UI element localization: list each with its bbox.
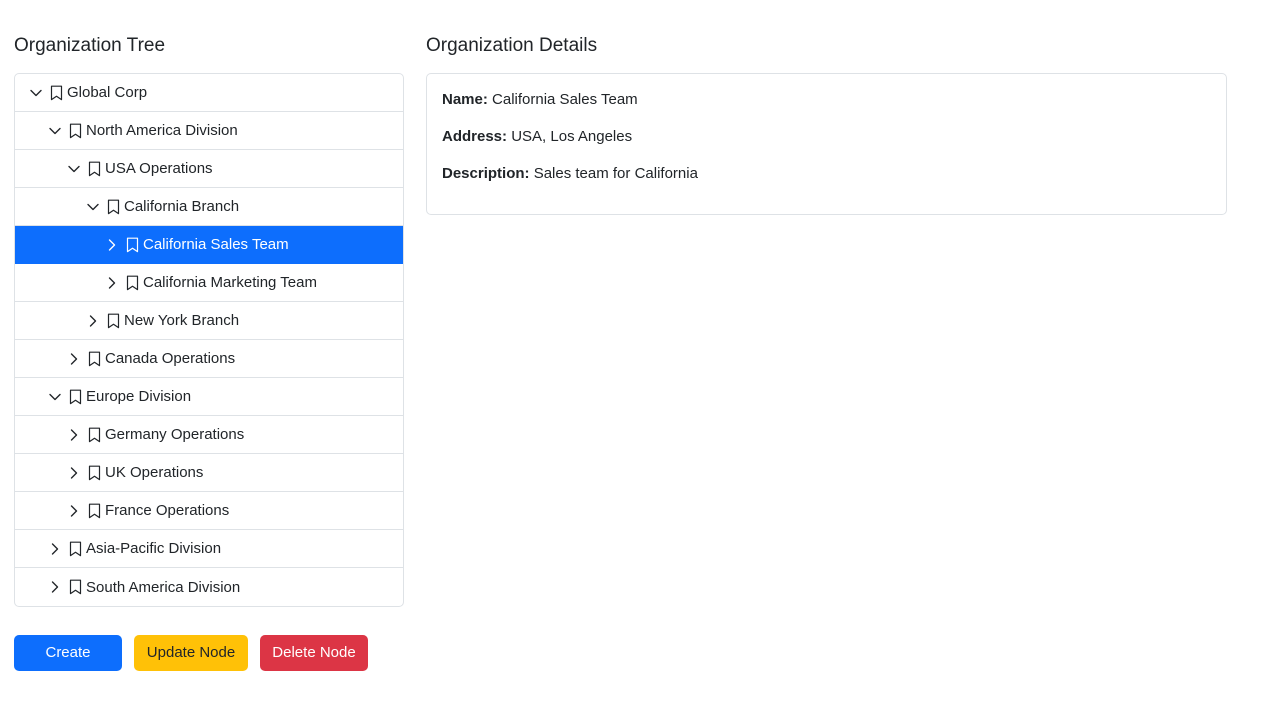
chevron-down-icon[interactable]: [27, 84, 45, 102]
tree-node-label: California Marketing Team: [143, 274, 317, 291]
detail-address: Address: USA, Los Angeles: [442, 126, 1211, 148]
chevron-right-icon[interactable]: [65, 426, 83, 444]
chevron-down-icon[interactable]: [65, 160, 83, 178]
tree-title: Organization Tree: [14, 35, 166, 56]
details-title: Organization Details: [426, 35, 598, 56]
tree-node-label: Germany Operations: [105, 426, 245, 443]
bookmark-icon: [86, 464, 102, 482]
tree-node-label: France Operations: [105, 502, 230, 519]
detail-name-label: Name:: [442, 91, 488, 108]
tree-node-label: New York Branch: [124, 312, 240, 329]
update-node-button[interactable]: Update Node: [134, 635, 248, 671]
detail-address-label: Address:: [442, 128, 508, 145]
tree-node-california-branch[interactable]: California Branch: [15, 188, 403, 226]
detail-description-value: Sales team for California: [533, 165, 698, 182]
tree-node-label: Europe Division: [86, 388, 192, 405]
detail-description-label: Description:: [442, 165, 530, 182]
tree-node-california-marketing-team[interactable]: California Marketing Team: [15, 264, 403, 302]
tree-node-label: Global Corp: [67, 84, 148, 101]
bookmark-icon: [67, 388, 83, 406]
tree-node-canada-operations[interactable]: Canada Operations: [15, 340, 403, 378]
bookmark-icon: [86, 350, 102, 368]
delete-node-button[interactable]: Delete Node: [260, 635, 368, 671]
bookmark-icon: [86, 426, 102, 444]
chevron-right-icon[interactable]: [46, 540, 64, 558]
page: Organization Tree Global Corp North Ameri…: [0, 0, 1280, 715]
bookmark-icon: [67, 122, 83, 140]
bookmark-icon: [124, 274, 140, 292]
tree-node-north-america-division[interactable]: North America Division: [15, 112, 403, 150]
tree-node-global-corp[interactable]: Global Corp: [15, 74, 403, 112]
tree-node-label: California Sales Team: [143, 236, 289, 253]
bookmark-icon: [86, 502, 102, 520]
tree-node-label: UK Operations: [105, 464, 204, 481]
bookmark-icon: [86, 160, 102, 178]
tree-node-south-america-division[interactable]: South America Division: [15, 568, 403, 606]
bookmark-icon: [105, 312, 121, 330]
chevron-down-icon[interactable]: [84, 198, 102, 216]
tree-node-usa-operations[interactable]: USA Operations: [15, 150, 403, 188]
bookmark-icon: [67, 540, 83, 558]
bookmark-icon: [105, 198, 121, 216]
tree-node-france-operations[interactable]: France Operations: [15, 492, 403, 530]
chevron-right-icon[interactable]: [65, 464, 83, 482]
tree-node-germany-operations[interactable]: Germany Operations: [15, 416, 403, 454]
detail-name-value: California Sales Team: [492, 91, 638, 108]
chevron-down-icon[interactable]: [46, 122, 64, 140]
tree-node-uk-operations[interactable]: UK Operations: [15, 454, 403, 492]
tree-node-label: Canada Operations: [105, 350, 236, 367]
chevron-right-icon[interactable]: [84, 312, 102, 330]
chevron-right-icon[interactable]: [46, 578, 64, 596]
tree-node-label: USA Operations: [105, 160, 213, 177]
tree-node-label: South America Division: [86, 578, 241, 596]
bookmark-icon: [67, 578, 83, 596]
detail-address-value: USA, Los Angeles: [511, 128, 633, 145]
bookmark-icon: [48, 84, 64, 102]
chevron-right-icon[interactable]: [103, 236, 121, 254]
details-card: Name: California Sales Team Address: USA…: [426, 73, 1227, 215]
tree-node-label: California Branch: [124, 198, 240, 215]
tree-node-label: North America Division: [86, 122, 238, 139]
chevron-right-icon[interactable]: [103, 274, 121, 292]
tree-node-california-sales-team[interactable]: California Sales Team: [15, 226, 403, 264]
chevron-right-icon[interactable]: [65, 502, 83, 520]
detail-name: Name: California Sales Team: [442, 89, 1211, 111]
detail-description: Description: Sales team for California: [442, 163, 1211, 185]
bookmark-icon: [124, 236, 140, 254]
create-node-button[interactable]: Create Node: [14, 635, 122, 697]
tree-node-asia-pacific-division[interactable]: Asia-Pacific Division: [15, 530, 403, 568]
chevron-right-icon[interactable]: [65, 350, 83, 368]
organization-tree: Global Corp North America Division USA Ope…: [14, 73, 404, 607]
tree-node-label: Asia-Pacific Division: [86, 540, 222, 557]
chevron-down-icon[interactable]: [46, 388, 64, 406]
tree-node-new-york-branch[interactable]: New York Branch: [15, 302, 403, 340]
tree-node-europe-division[interactable]: Europe Division: [15, 378, 403, 416]
